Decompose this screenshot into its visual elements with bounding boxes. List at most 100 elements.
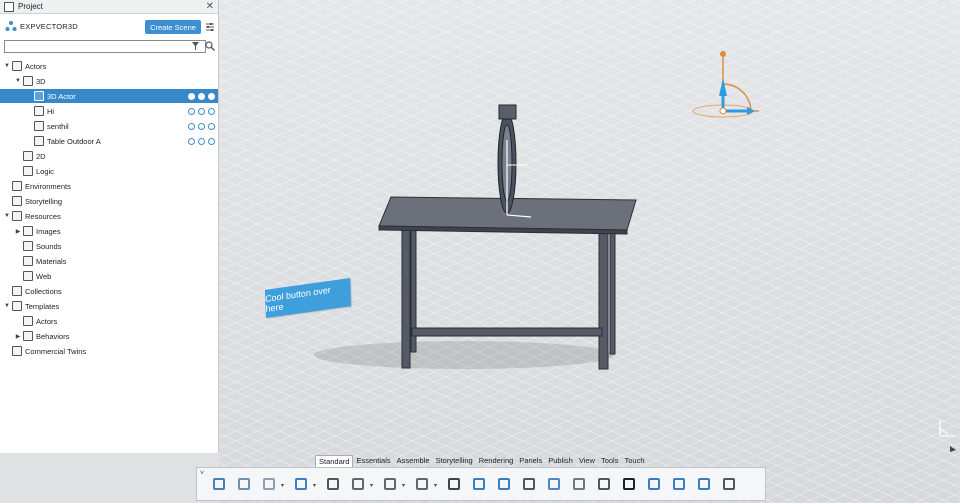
cube-icon <box>23 76 33 86</box>
tree-item-images[interactable]: ▶ Images <box>0 224 218 238</box>
visibility-eye-icon[interactable] <box>198 92 205 100</box>
cut-icon-glyph <box>213 478 225 490</box>
lock-icon[interactable] <box>208 92 215 100</box>
visibility-eye-icon[interactable] <box>198 107 205 115</box>
expand-arrow-icon[interactable]: ▼ <box>3 63 11 69</box>
network-icon[interactable] <box>694 474 714 494</box>
tab-assemble[interactable]: Assemble <box>394 455 433 467</box>
undo-icon[interactable]: ▾ <box>291 474 316 494</box>
dropdown-arrow-icon[interactable]: ▾ <box>434 482 437 489</box>
collapse-arrow-icon[interactable]: ▶ <box>14 333 22 340</box>
tab-essentials[interactable]: Essentials <box>353 455 393 467</box>
tab-rendering[interactable]: Rendering <box>476 455 517 467</box>
brush-icon[interactable]: ▾ <box>412 474 437 494</box>
close-icon[interactable]: ✕ <box>206 0 214 13</box>
refresh-icon[interactable] <box>188 122 195 130</box>
tree-item-table-outdoor-a[interactable]: Table Outdoor A <box>0 134 218 148</box>
tree-item-label: Table Outdoor A <box>47 136 101 146</box>
lock-icon[interactable] <box>208 122 215 130</box>
tree-item-materials[interactable]: Materials <box>0 254 218 268</box>
dropdown-arrow-icon[interactable]: ▾ <box>402 482 405 489</box>
note-icon[interactable] <box>569 474 589 494</box>
3d-viewport[interactable]: Cool button over here <box>219 0 960 503</box>
vr-headset-icon[interactable] <box>619 474 639 494</box>
dropdown-arrow-icon[interactable]: ▾ <box>281 482 284 489</box>
lock-icon[interactable] <box>208 137 215 145</box>
lock-icon[interactable] <box>208 107 215 115</box>
cut-icon[interactable] <box>209 474 229 494</box>
sounds-icon <box>23 241 33 251</box>
tree-item-3d[interactable]: ▼ 3D <box>0 74 218 88</box>
visibility-eye-icon[interactable] <box>198 137 205 145</box>
tree-item-templates[interactable]: ▼ Templates <box>0 299 218 313</box>
tab-view[interactable]: View <box>576 455 598 467</box>
tab-panels[interactable]: Panels <box>516 455 545 467</box>
tree-item-resources[interactable]: ▼ Resources <box>0 209 218 223</box>
settings-sliders-icon[interactable] <box>205 22 215 32</box>
tree-item-2d[interactable]: 2D <box>0 149 218 163</box>
collapse-arrow-icon[interactable]: ▶ <box>14 228 22 235</box>
behaviors-icon <box>23 331 33 341</box>
tree-item-label: 2D <box>36 151 46 161</box>
users-icon[interactable] <box>544 474 564 494</box>
environment-icon <box>12 181 22 191</box>
device-icon[interactable] <box>644 474 664 494</box>
navigation-gizmo[interactable] <box>692 51 759 118</box>
list-icon-glyph <box>498 478 510 490</box>
book-icon[interactable] <box>469 474 489 494</box>
collapse-ribbon-icon[interactable]: ˅ <box>200 470 204 477</box>
expand-arrow-icon[interactable]: ▼ <box>14 78 22 84</box>
refresh-icon[interactable] <box>188 137 195 145</box>
tab-touch[interactable]: Touch <box>621 455 647 467</box>
tab-standard[interactable]: Standard <box>315 454 354 468</box>
search-icon[interactable] <box>444 474 464 494</box>
help-icon[interactable] <box>594 474 614 494</box>
tree-item-senthil[interactable]: senthil <box>0 119 218 133</box>
tree-item-collections[interactable]: Collections <box>0 284 218 298</box>
network-icon-glyph <box>698 478 710 490</box>
expand-arrow-icon[interactable]: ▼ <box>3 303 11 309</box>
create-scene-button[interactable]: Create Scene <box>145 20 201 34</box>
expand-arrow-icon[interactable]: ▼ <box>3 213 11 219</box>
tab-publish[interactable]: Publish <box>545 455 576 467</box>
tree-item-label: Images <box>36 226 61 236</box>
zoom-fit-icon[interactable] <box>323 474 343 494</box>
actor-3d-icon <box>34 91 44 101</box>
tree-item-3d-actor[interactable]: 3D Actor <box>0 89 218 103</box>
search-icon[interactable] <box>205 41 215 51</box>
tree-item-label: Hi <box>47 106 55 116</box>
tree-item-actors[interactable]: ▼ Actors <box>0 59 218 73</box>
tree-item-commercial-twins[interactable]: Commercial Twins <box>0 344 218 358</box>
tab-tools[interactable]: Tools <box>598 455 622 467</box>
paste-icon[interactable]: ▾ <box>259 474 284 494</box>
visibility-eye-icon[interactable] <box>198 122 205 130</box>
tree-item-hi[interactable]: Hi <box>0 104 218 118</box>
2d-icon <box>23 151 33 161</box>
tree-item-environments[interactable]: Environments <box>0 179 218 193</box>
tab-storytelling[interactable]: Storytelling <box>433 455 476 467</box>
document-icon[interactable] <box>519 474 539 494</box>
tree-item-label: Storytelling <box>25 196 63 206</box>
tree-item-behaviors[interactable]: ▶ Behaviors <box>0 329 218 343</box>
select-icon[interactable]: ▾ <box>380 474 405 494</box>
refresh-icon[interactable] <box>188 92 195 100</box>
filter-icon[interactable] <box>192 42 199 50</box>
refresh-icon[interactable] <box>188 107 195 115</box>
tree-item-sounds[interactable]: Sounds <box>0 239 218 253</box>
list-icon[interactable] <box>494 474 514 494</box>
tree-item-actors[interactable]: Actors <box>0 314 218 328</box>
tree-icon[interactable]: ▾ <box>348 474 373 494</box>
dropdown-arrow-icon[interactable]: ▾ <box>370 482 373 489</box>
actors-icon <box>12 61 22 71</box>
panel-icon[interactable] <box>719 474 739 494</box>
toolbar-ribbon: ˅ ▾ ▾ ▾ ▾ ▾ <box>196 467 766 501</box>
select-icon-glyph <box>384 478 396 490</box>
dropdown-arrow-icon[interactable]: ▾ <box>313 482 316 489</box>
twins-icon <box>12 346 22 356</box>
tree-item-logic[interactable]: Logic <box>0 164 218 178</box>
tree-item-storytelling[interactable]: Storytelling <box>0 194 218 208</box>
copy-icon[interactable] <box>234 474 254 494</box>
tree-item-web[interactable]: Web <box>0 269 218 283</box>
search-input[interactable] <box>4 40 206 53</box>
share-icon[interactable] <box>669 474 689 494</box>
